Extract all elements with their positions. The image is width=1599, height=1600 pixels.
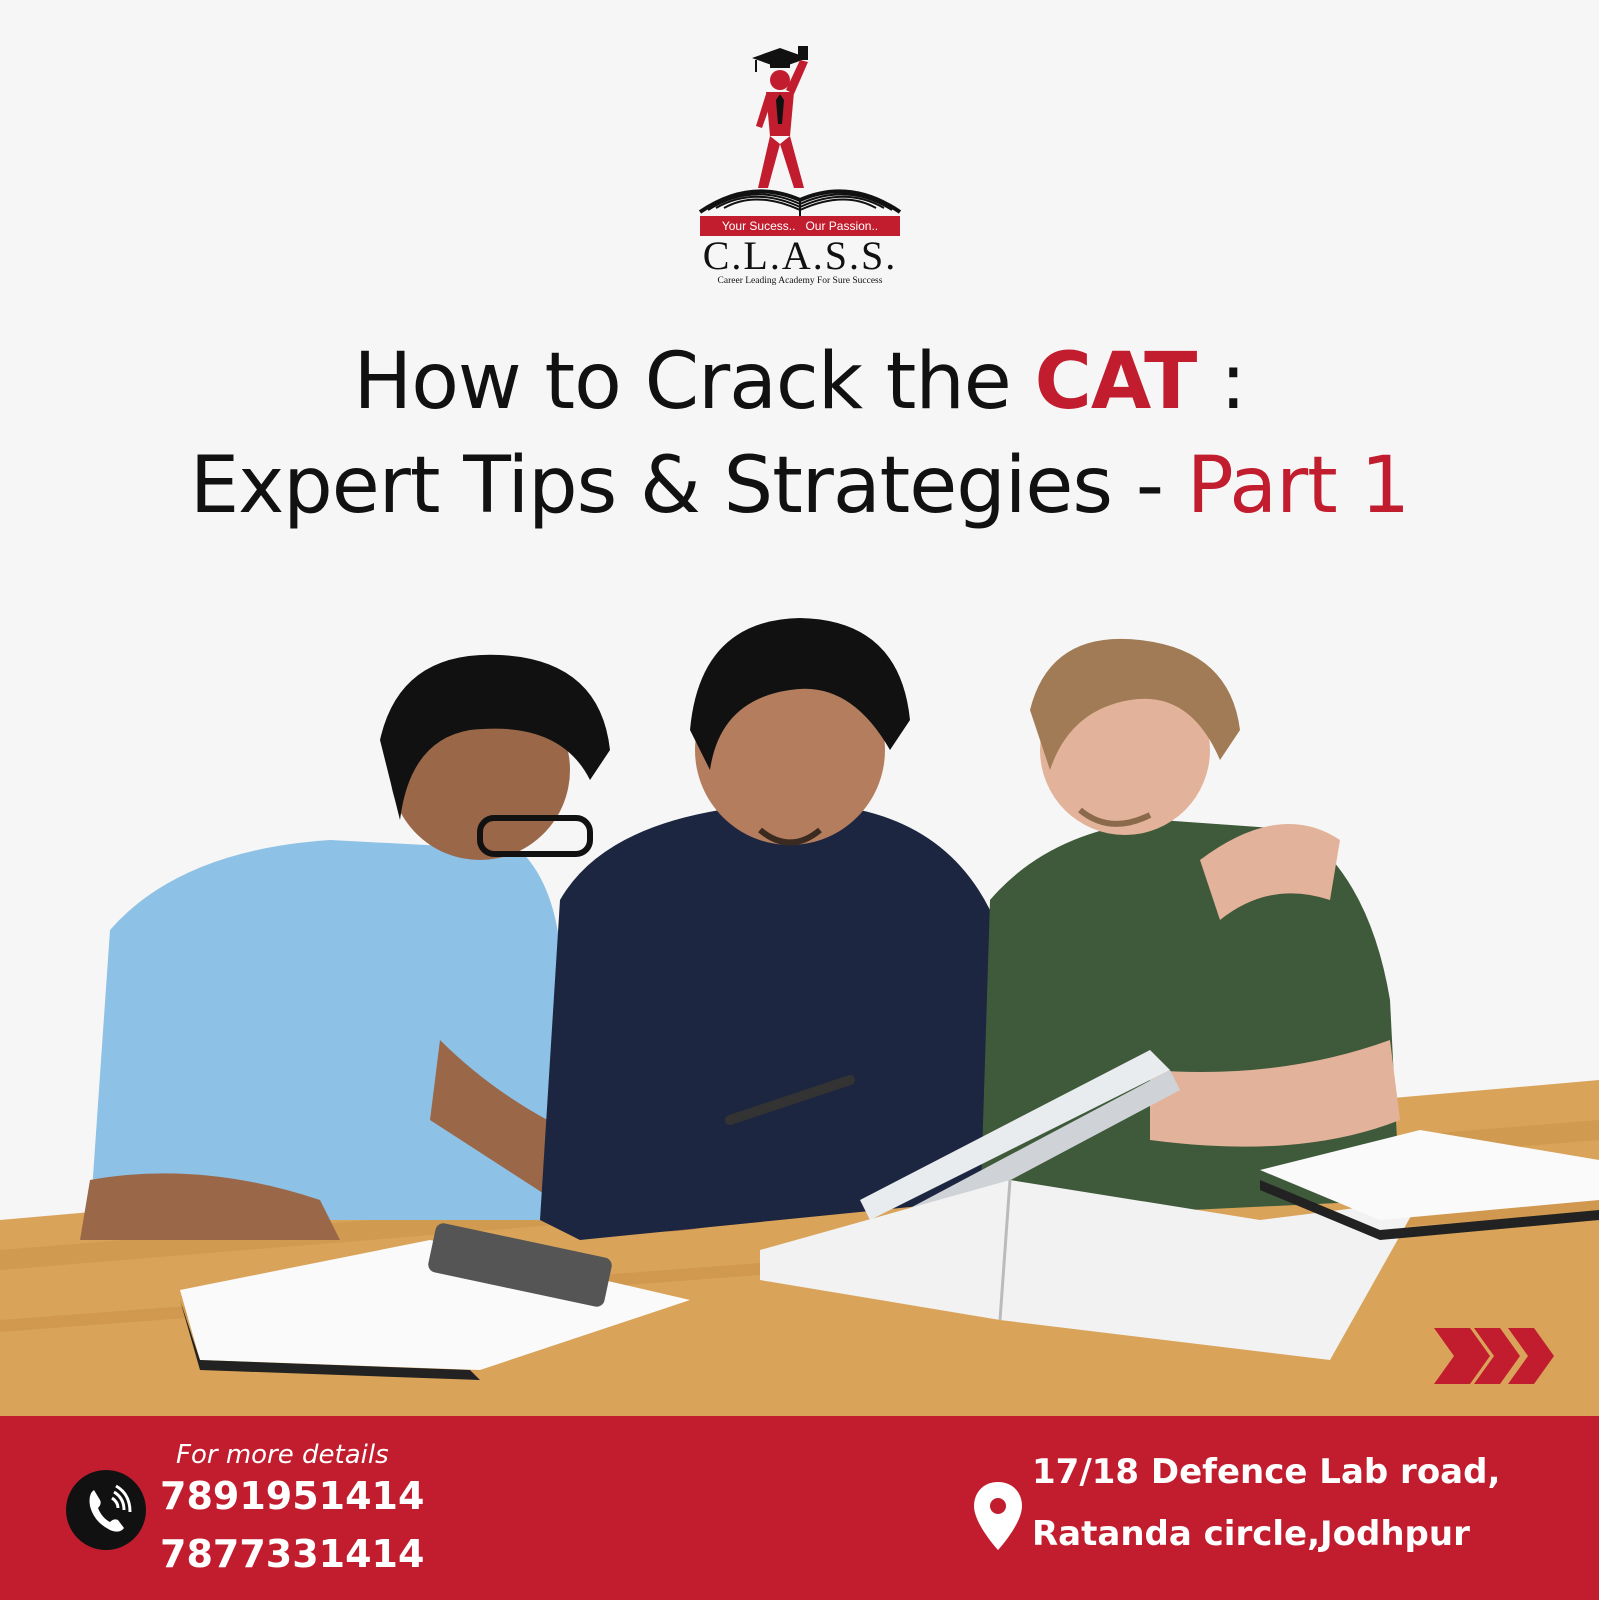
students-study-photo	[0, 600, 1599, 1420]
location-pin-icon	[970, 1480, 1026, 1554]
title-line-2: Expert Tips & Strategies - Part 1	[40, 434, 1559, 538]
phone-number-2[interactable]: 7877331414	[160, 1532, 424, 1576]
class-logo: Your Sucess.. Our Passion.. C.L.A.S.S. C…	[690, 40, 910, 290]
phone-icon[interactable]	[66, 1470, 146, 1550]
title-line-2-prefix: Expert Tips & Strategies -	[189, 441, 1187, 531]
address-line-1: 17/18 Defence Lab road,	[1032, 1452, 1501, 1492]
page-title: How to Crack the CAT : Expert Tips & Str…	[40, 330, 1559, 538]
logo-brand-name: C.L.A.S.S.	[702, 233, 898, 278]
phone-number-1[interactable]: 7891951414	[160, 1474, 424, 1518]
logo-brand-subtitle: Career Leading Academy For Sure Success	[717, 276, 883, 286]
chevron-right-icon[interactable]	[1434, 1328, 1564, 1384]
title-line-1-suffix: :	[1196, 337, 1246, 427]
title-highlight-part: Part 1	[1186, 441, 1410, 531]
address-line-2: Ratanda circle,Jodhpur	[1032, 1514, 1470, 1554]
contact-label: For more details	[176, 1440, 389, 1470]
title-line-1-prefix: How to Crack the	[353, 337, 1035, 427]
title-line-1: How to Crack the CAT :	[40, 330, 1559, 434]
title-highlight-cat: CAT	[1034, 337, 1198, 427]
